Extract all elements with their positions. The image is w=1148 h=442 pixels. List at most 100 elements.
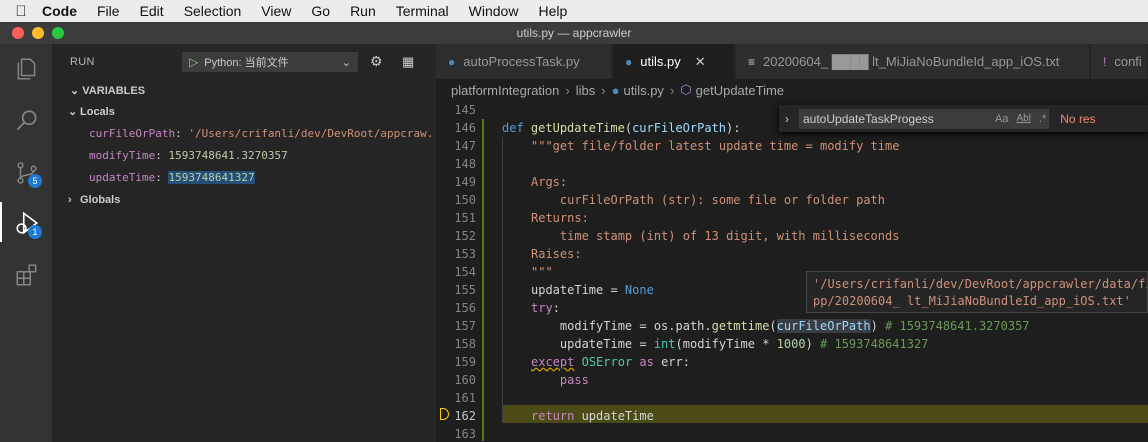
tab-text-file[interactable]: ≡ 20200604_ ████ lt_MiJiaNoBundleId_app_i…	[736, 44, 1090, 79]
menu-go[interactable]: Go	[311, 3, 330, 19]
code-token: modifyTime = os.path.	[531, 319, 712, 333]
close-icon[interactable]: ✕	[695, 54, 706, 70]
run-badge: 1	[28, 225, 42, 239]
code-token: try	[531, 301, 553, 315]
chevron-down-icon: ⌄	[341, 57, 351, 69]
apple-icon[interactable]: 	[0, 3, 42, 20]
tab-utils[interactable]: ● utils.py ✕	[613, 44, 735, 79]
breadcrumb-item[interactable]: getUpdateTime	[696, 83, 784, 98]
code-token: as	[639, 355, 654, 369]
variable-name: updateTime	[89, 171, 156, 184]
code-line: updateTime = int(modifyTime * 1000) # 15…	[531, 335, 929, 353]
chevron-down-icon: ⌄	[68, 106, 78, 118]
find-result-status: No res	[1060, 111, 1096, 126]
explorer-icon[interactable]	[14, 56, 40, 82]
code-line: Raises:	[531, 247, 582, 261]
indent-guide	[502, 137, 503, 423]
breadcrumb: platformIntegration › libs › ● utils.py …	[436, 79, 1148, 101]
tab-config[interactable]: ! confi	[1091, 44, 1148, 79]
window-titlebar: utils.py — appcrawler	[0, 22, 1148, 44]
hover-tooltip: '/Users/crifanli/dev/DevRoot/appcrawler/…	[806, 271, 1148, 313]
regex-toggle[interactable]: .*	[1039, 113, 1046, 125]
menu-run[interactable]: Run	[350, 3, 376, 19]
find-input[interactable]: autoUpdateTaskProgess	[799, 108, 1049, 129]
search-icon[interactable]	[14, 108, 40, 134]
python-file-icon: ●	[625, 54, 633, 69]
run-label: RUN	[70, 56, 95, 68]
match-word-toggle[interactable]: Abl	[1016, 113, 1030, 124]
variable-name: curFileOrPath	[89, 127, 176, 140]
line-number: 151	[454, 211, 476, 225]
line-number: 152	[454, 229, 476, 243]
menu-file[interactable]: File	[97, 3, 120, 19]
close-window-button[interactable]	[12, 27, 24, 39]
tab-label: utils.py	[640, 54, 681, 69]
variable-value: '/Users/crifanli/dev/DevRoot/appcraw...	[188, 127, 447, 140]
gear-icon[interactable]: ⚙	[370, 53, 383, 70]
chevron-right-icon: ›	[68, 194, 72, 206]
code-line: def getUpdateTime(curFileOrPath):	[502, 119, 740, 137]
mac-menubar:  Code File Edit Selection View Go Run T…	[0, 0, 1148, 22]
match-case-toggle[interactable]: Aa	[995, 113, 1008, 125]
code-token: curFileOrPath	[632, 121, 726, 135]
debug-sidebar: RUN ▷ Python: 当前文件 ⌄ ⚙ ▦ ⌄ VARIABLES ⌄ Lo…	[52, 44, 447, 442]
menu-edit[interactable]: Edit	[140, 3, 164, 19]
code-token: None	[624, 283, 654, 297]
menu-code[interactable]: Code	[42, 3, 77, 19]
menu-selection[interactable]: Selection	[184, 3, 242, 19]
line-number: 158	[454, 337, 476, 351]
debug-console-icon[interactable]: ▦	[402, 54, 414, 70]
code-token: updateTime =	[531, 283, 625, 297]
code-token: ):	[726, 121, 741, 135]
code-token: getUpdateTime	[530, 121, 625, 135]
window-controls	[12, 27, 64, 39]
line-number: 149	[454, 175, 476, 189]
code-token: except	[531, 355, 575, 369]
code-line: try:	[531, 299, 560, 317]
text-file-icon: ≡	[748, 54, 756, 69]
play-icon[interactable]: ▷	[189, 55, 198, 69]
minimize-window-button[interactable]	[32, 27, 44, 39]
window-title: utils.py — appcrawler	[516, 26, 632, 40]
launch-config-select[interactable]: ▷ Python: 当前文件 ⌄	[182, 52, 358, 72]
line-number: 157	[454, 319, 476, 333]
code-token: (	[624, 121, 633, 135]
chevron-right-icon[interactable]: ›	[785, 112, 789, 126]
code-token: return	[531, 409, 575, 423]
line-number: 156	[454, 301, 476, 315]
code-line: """	[531, 265, 553, 279]
line-number: 147	[454, 139, 476, 153]
code-line: curFileOrPath (str): some file or folder…	[531, 193, 886, 207]
breadcrumb-item[interactable]: utils.py	[623, 83, 663, 98]
variable-row[interactable]: modifyTime: 1593748641.3270357	[89, 147, 288, 165]
variables-header[interactable]: ⌄ VARIABLES	[70, 84, 145, 97]
hover-text: '/Users/crifanli/dev/DevRoot/appcrawler/…	[813, 277, 1148, 291]
line-number: 150	[454, 193, 476, 207]
chevron-down-icon: ⌄	[70, 85, 83, 97]
line-number: 148	[454, 157, 476, 171]
menu-terminal[interactable]: Terminal	[396, 3, 449, 19]
variable-row[interactable]: curFileOrPath: '/Users/crifanli/dev/DevR…	[89, 125, 447, 143]
code-token: getmtime	[711, 319, 770, 333]
extensions-icon[interactable]	[14, 262, 40, 288]
code-token: OSError	[581, 355, 633, 369]
variable-row[interactable]: updateTime: 1593748641327	[89, 169, 255, 187]
variable-value: 1593748641.3270357	[168, 149, 288, 162]
menu-view[interactable]: View	[261, 3, 291, 19]
tab-autoprocesstask[interactable]: ● autoProcessTask.py	[436, 44, 612, 79]
breadcrumb-item[interactable]: libs	[576, 83, 596, 98]
menu-help[interactable]: Help	[538, 3, 567, 19]
code-token: int	[653, 337, 676, 351]
method-icon: ⬡	[680, 82, 692, 97]
locals-scope[interactable]: ⌄ Locals	[68, 105, 115, 118]
code-token: # 1593748641.3270357	[885, 319, 1030, 333]
globals-scope[interactable]: › Globals	[68, 194, 120, 206]
run-toolbar: RUN ▷ Python: 当前文件 ⌄ ⚙ ▦	[52, 44, 436, 80]
menu-window[interactable]: Window	[469, 3, 519, 19]
code-token: 1000	[776, 337, 806, 351]
tab-label: 20200604_ ████ lt_MiJiaNoBundleId_app_iO…	[763, 54, 1060, 69]
python-file-icon: ●	[611, 82, 620, 98]
chevron-right-icon: ›	[565, 82, 570, 98]
zoom-window-button[interactable]	[52, 27, 64, 39]
breadcrumb-item[interactable]: platformIntegration	[451, 83, 559, 98]
